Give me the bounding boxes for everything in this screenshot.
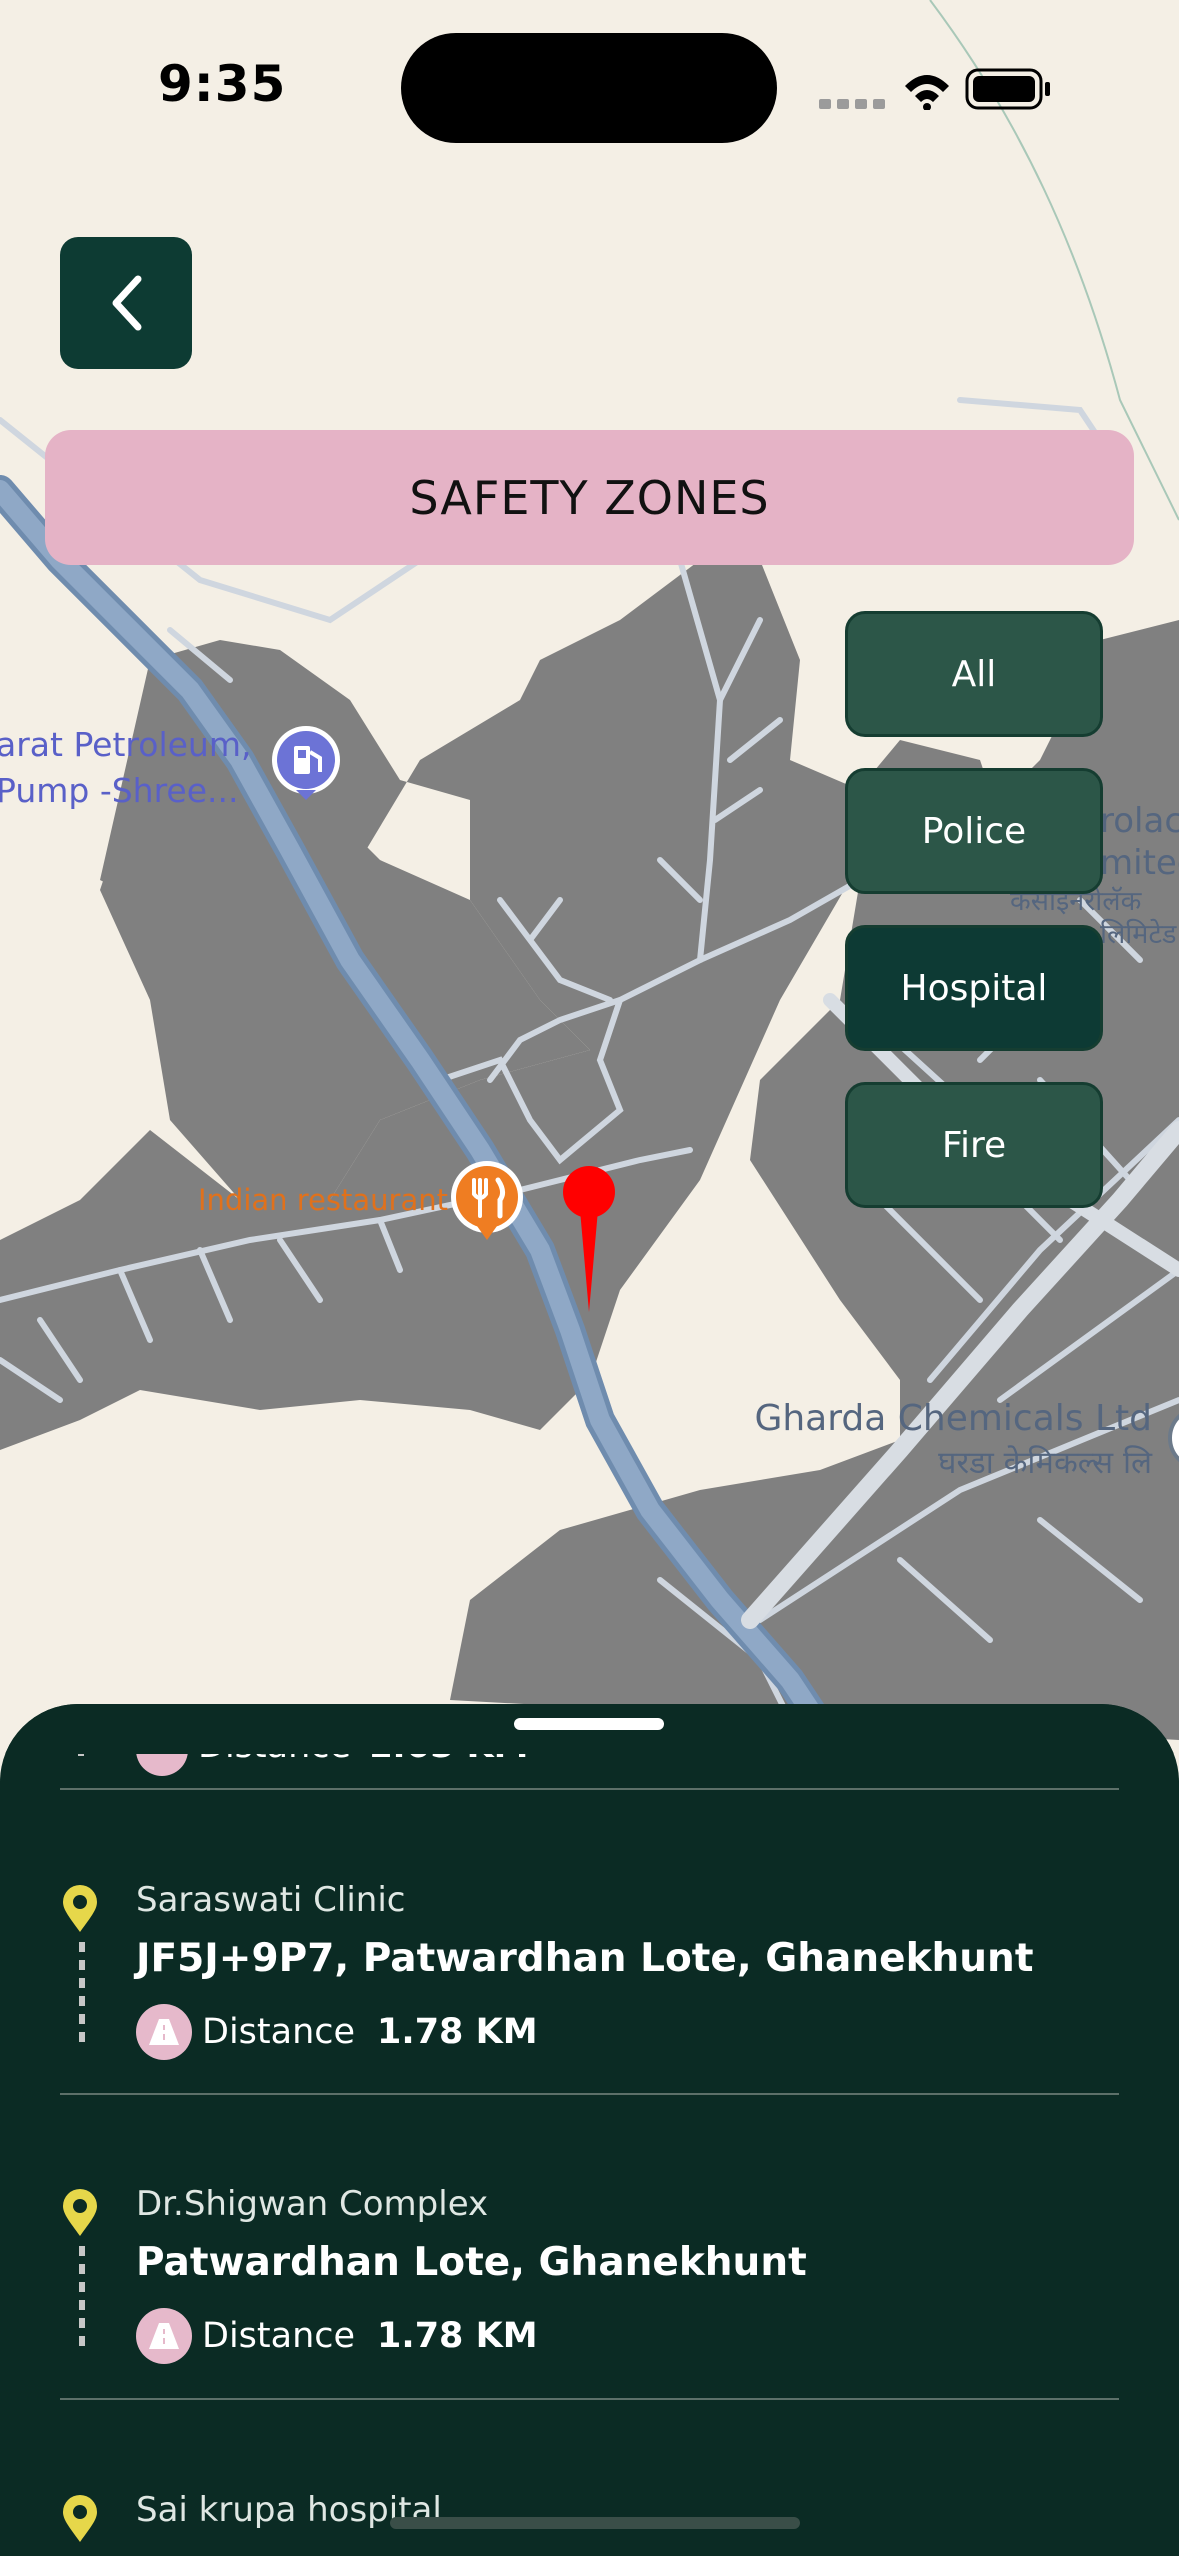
road-distance-icon — [136, 2004, 192, 2060]
status-time: 9:35 — [158, 55, 287, 113]
status-icons — [819, 68, 1050, 110]
distance-row: Distance 1.78 KM — [136, 2308, 538, 2364]
filter-hospital-button[interactable]: Hospital — [845, 925, 1103, 1051]
distance-value: 1.78 KM — [377, 2316, 538, 2356]
filter-police-button[interactable]: Police — [845, 768, 1103, 894]
wifi-icon — [905, 75, 949, 110]
map-label-restaurant: Indian restaurant — [198, 1183, 448, 1217]
distance-value: 1.78 KM — [377, 2012, 538, 2052]
list-item[interactable]: Dr.Shigwan Complex Patwardhan Lote, Ghan… — [60, 2184, 1120, 2364]
home-indicator — [390, 2517, 800, 2529]
filter-fire-button[interactable]: Fire — [845, 1082, 1103, 1208]
item-name: Dr.Shigwan Complex — [136, 2184, 489, 2224]
item-address: JF5J+9P7, Patwardhan Lote, Ghanekhunt — [136, 1936, 1034, 1981]
back-button[interactable] — [60, 237, 192, 369]
battery-icon — [965, 68, 1050, 110]
page-title: SAFETY ZONES — [45, 430, 1134, 565]
list-divider — [60, 2398, 1119, 2400]
route-dash-icon — [79, 2246, 85, 2346]
list-item[interactable]: Saraswati Clinic JF5J+9P7, Patwardhan Lo… — [60, 1880, 1120, 2060]
chevron-left-icon — [112, 275, 142, 331]
list-divider — [60, 2093, 1119, 2095]
item-address: Patwardhan Lote, Ghanekhunt — [136, 2240, 807, 2285]
distance-label: Distance — [202, 2316, 356, 2356]
status-bar: 9:35 — [0, 0, 1179, 170]
cellular-signal-icon — [819, 99, 885, 109]
location-pin-icon — [63, 1885, 97, 1932]
item-name: Saraswati Clinic — [136, 1880, 406, 1920]
results-sheet[interactable]: Distance 1.65 KM Saraswati Clinic JF5J+9… — [0, 1704, 1179, 2556]
map-label-petrol: arat Petroleum, Pump -Shree... — [0, 725, 252, 810]
location-pin-icon — [63, 2189, 97, 2236]
road-distance-icon — [136, 2308, 192, 2364]
location-pin-icon — [63, 2495, 97, 2542]
dynamic-island — [401, 33, 777, 143]
list-divider — [60, 1788, 1119, 1790]
distance-row: Distance 1.78 KM — [136, 2004, 538, 2060]
distance-label: Distance — [202, 2012, 356, 2052]
filter-all-button[interactable]: All — [845, 611, 1103, 737]
route-dash-icon — [79, 1942, 85, 2042]
map-label-chemicals: Gharda Chemicals Ltd घरडा केमिकल्स लि — [754, 1398, 1152, 1481]
